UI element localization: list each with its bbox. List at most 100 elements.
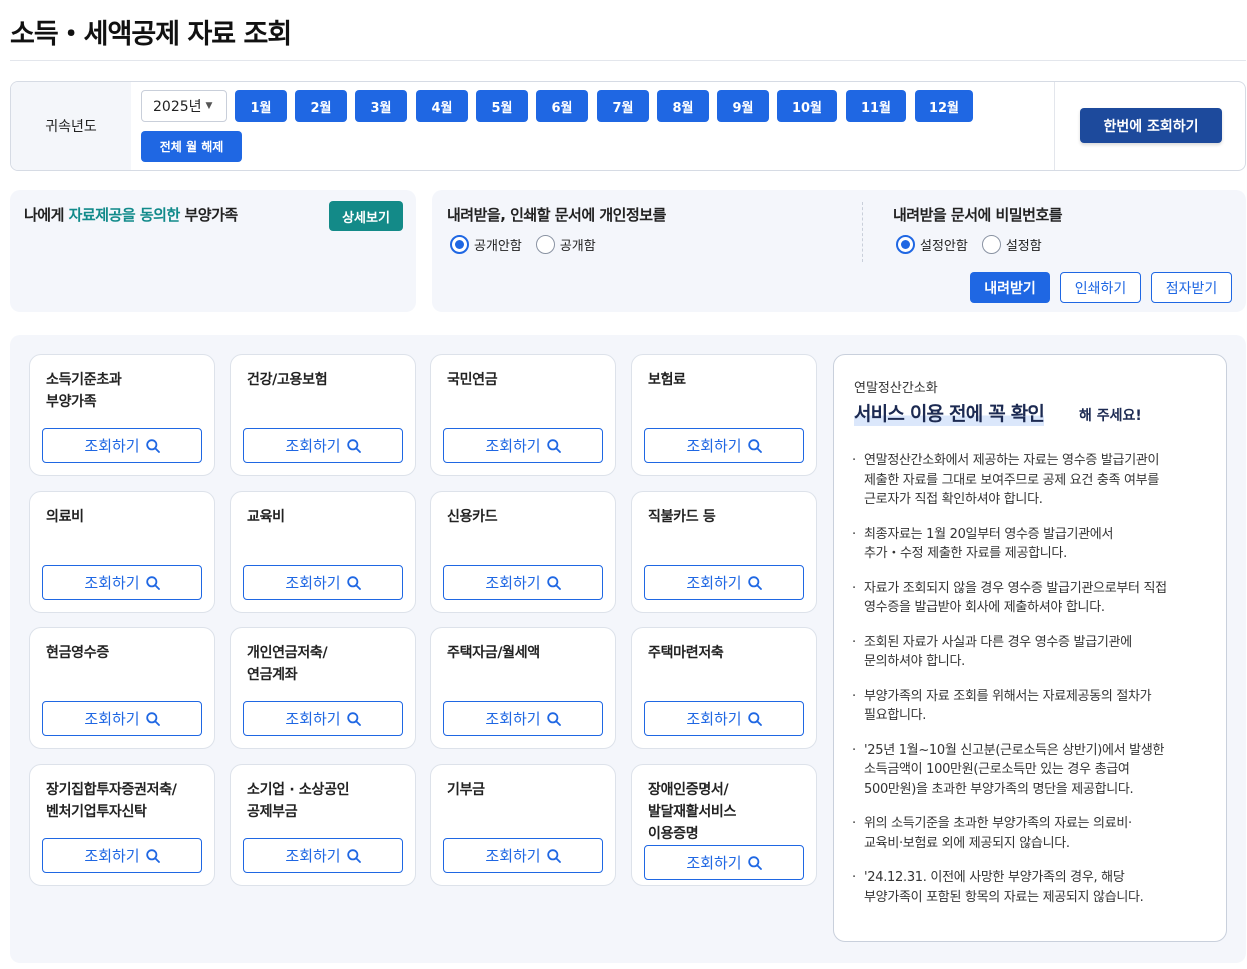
notice-item: 위의 소득기준을 초과한 부양가족의 자료는 의료비· 교육비·보험료 외에 제… [852, 814, 1212, 853]
clear-months-button[interactable]: 전체 월 해제 [141, 131, 242, 162]
deduction-card: 소기업 · 소상공인 공제부금조회하기 [230, 764, 416, 886]
password-radio-set[interactable] [981, 235, 1001, 254]
query-all-button[interactable]: 한번에 조회하기 [1080, 108, 1222, 143]
month-button-10[interactable]: 10월 [777, 90, 837, 122]
deduction-card: 장기집합투자증권저축/ 벤처기업투자신탁 조회하기 [29, 764, 215, 886]
query-button[interactable]: 조회하기 [42, 838, 202, 873]
filter-divider [1054, 82, 1055, 170]
month-button-4[interactable]: 4월 [416, 90, 468, 122]
query-button-label: 조회하기 [485, 847, 541, 865]
month-button-9[interactable]: 9월 [717, 90, 769, 122]
password-radio-none[interactable] [896, 235, 915, 254]
deduction-card: 개인연금저축/ 연금계좌조회하기 [230, 627, 416, 749]
deduction-card: 주택마련저축조회하기 [631, 627, 817, 749]
password-radio-set-label: 설정함 [1005, 239, 1042, 254]
query-button[interactable]: 조회하기 [644, 565, 804, 600]
password-radio-none-label: 설정안함 [920, 239, 968, 254]
braille-button[interactable]: 점자받기 [1151, 272, 1232, 303]
query-button[interactable]: 조회하기 [443, 428, 603, 463]
query-button-label: 조회하기 [485, 574, 541, 592]
search-icon [145, 848, 160, 863]
consented-dependents-panel: 나에게 자료제공을 동의한 부양가족 상세보기 [10, 190, 416, 312]
privacy-radio-group: 공개안함 공개함 [450, 235, 610, 254]
query-button-label: 조회하기 [84, 710, 140, 728]
deduction-card-title: 주택마련저축 [648, 645, 724, 661]
search-icon [546, 711, 561, 726]
query-button[interactable]: 조회하기 [644, 845, 804, 880]
notice-item: 최종자료는 1월 20일부터 영수증 발급기관에서 추가・수정 제출한 자료를 … [852, 525, 1212, 564]
month-button-8[interactable]: 8월 [657, 90, 709, 122]
month-button-12[interactable]: 12월 [915, 90, 973, 122]
search-icon [346, 711, 361, 726]
query-button-label: 조회하기 [84, 574, 140, 592]
deduction-data-area: 소득기준초과 부양가족 조회하기 건강/고용보험 조회하기 국민연금 조회하기 보험료 조회하… [10, 335, 1246, 963]
detail-view-button[interactable]: 상세보기 [329, 201, 403, 231]
query-button[interactable]: 조회하기 [42, 565, 202, 600]
query-button[interactable]: 조회하기 [243, 565, 403, 600]
query-button[interactable]: 조회하기 [443, 838, 603, 873]
month-button-1[interactable]: 1월 [235, 90, 287, 122]
query-button-label: 조회하기 [485, 437, 541, 455]
deduction-card-title: 소기업 · 소상공인 공제부금 [247, 782, 350, 820]
search-icon [546, 575, 561, 590]
notice-item: 연말정산간소화에서 제공하는 자료는 영수증 발급기관이 제출한 자료를 그대로… [852, 451, 1212, 510]
notice-list: 연말정산간소화에서 제공하는 자료는 영수증 발급기관이 제출한 자료를 그대로… [852, 451, 1212, 922]
privacy-option-title: 내려받을, 인쇄할 문서에 개인정보를 [447, 206, 666, 224]
deduction-card: 기부금조회하기 [430, 764, 616, 886]
deduction-card: 현금영수증 조회하기 [29, 627, 215, 749]
search-icon [747, 575, 762, 590]
deduction-card: 소득기준초과 부양가족 조회하기 [29, 354, 215, 476]
search-icon [145, 575, 160, 590]
year-select[interactable]: 2025년 ▼ [141, 90, 227, 122]
deduction-card-title: 국민연금 [447, 372, 498, 388]
deduction-card-title: 주택자금/월세액 [447, 645, 540, 661]
options-divider [862, 202, 863, 262]
query-button[interactable]: 조회하기 [42, 428, 202, 463]
notice-heading: 서비스 이용 전에 꼭 확인 [854, 399, 1045, 426]
deduction-card-title: 의료비 [46, 509, 84, 525]
year-month-filter: 귀속년도 2025년 ▼ 1월 2월 3월 4월 5월 6월 7월 8월 9월 10월 11월 12월… [10, 81, 1246, 171]
deduction-card: 주택자금/월세액조회하기 [430, 627, 616, 749]
query-button-label: 조회하기 [84, 437, 140, 455]
deduction-card: 건강/고용보험 조회하기 [230, 354, 416, 476]
month-button-11[interactable]: 11월 [846, 90, 906, 122]
deduction-card: 신용카드 조회하기 [430, 491, 616, 613]
dependents-title-prefix: 나에게 [24, 206, 69, 224]
month-button-7[interactable]: 7월 [597, 90, 649, 122]
month-button-3[interactable]: 3월 [355, 90, 407, 122]
query-button[interactable]: 조회하기 [243, 701, 403, 736]
month-button-5[interactable]: 5월 [476, 90, 528, 122]
search-icon [145, 711, 160, 726]
deduction-card-title: 교육비 [247, 509, 285, 525]
query-button[interactable]: 조회하기 [644, 701, 804, 736]
deduction-card-title: 직불카드 등 [648, 509, 716, 525]
title-divider [10, 60, 1246, 61]
month-button-2[interactable]: 2월 [295, 90, 347, 122]
search-icon [346, 848, 361, 863]
query-button[interactable]: 조회하기 [443, 565, 603, 600]
deduction-card-title: 개인연금저축/ 연금계좌 [247, 645, 328, 683]
password-radio-group: 설정안함 설정함 [896, 235, 1056, 254]
deduction-card-title: 기부금 [447, 782, 485, 798]
deduction-card: 직불카드 등조회하기 [631, 491, 817, 613]
print-button[interactable]: 인쇄하기 [1060, 272, 1141, 303]
notice-kicker: 연말정산간소화 [854, 381, 938, 396]
search-icon [145, 438, 160, 453]
download-button[interactable]: 내려받기 [970, 272, 1050, 303]
query-button[interactable]: 조회하기 [443, 701, 603, 736]
query-button[interactable]: 조회하기 [243, 428, 403, 463]
privacy-radio-show[interactable] [535, 235, 555, 254]
notice-heading-suffix: 해 주세요! [1079, 408, 1142, 424]
query-button[interactable]: 조회하기 [243, 838, 403, 873]
privacy-radio-hide[interactable] [450, 235, 469, 254]
query-button-label: 조회하기 [686, 574, 742, 592]
document-options-panel: 내려받을, 인쇄할 문서에 개인정보를 공개안함 공개함 내려받을 문서에 비밀… [432, 190, 1246, 312]
query-button[interactable]: 조회하기 [644, 428, 804, 463]
query-button-label: 조회하기 [285, 847, 341, 865]
deduction-card: 보험료 조회하기 [631, 354, 817, 476]
search-icon [546, 848, 561, 863]
search-icon [346, 438, 361, 453]
deduction-card: 의료비조회하기 [29, 491, 215, 613]
month-button-6[interactable]: 6월 [536, 90, 588, 122]
query-button[interactable]: 조회하기 [42, 701, 202, 736]
